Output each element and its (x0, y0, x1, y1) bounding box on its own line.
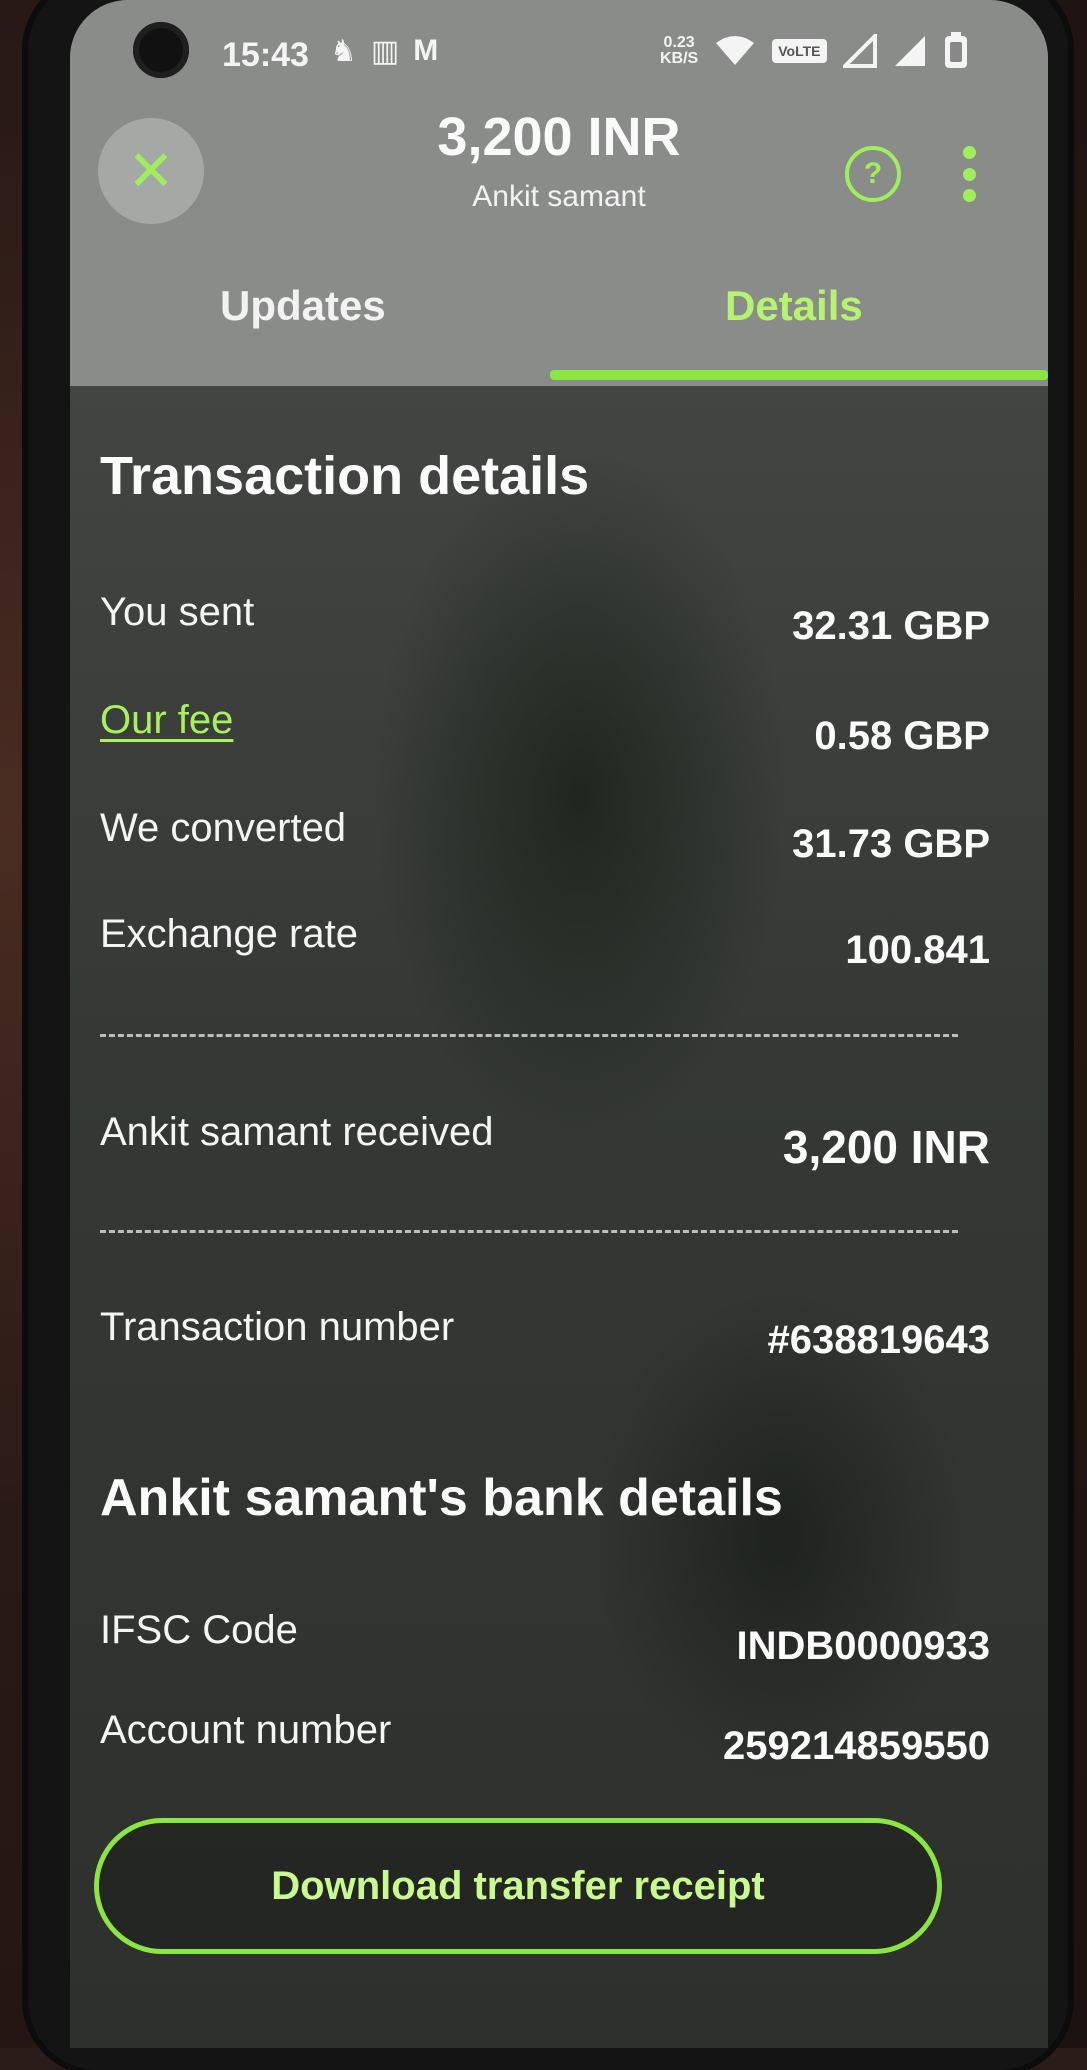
app-screen: 15:43 ♞ ▥ M 0.23 KB/S VoLTE ✕ 3,200 INR … (70, 0, 1048, 2048)
status-time: 15:43 (222, 36, 309, 74)
received-value: 3,200 INR (782, 1121, 990, 1173)
sim-card-icon: ▥ (370, 35, 400, 68)
dashed-divider (100, 1230, 958, 1233)
more-options-button[interactable] (957, 146, 981, 202)
signal-icon (842, 34, 877, 68)
download-receipt-button[interactable]: Download transfer receipt (94, 1818, 942, 1954)
help-button[interactable]: ? (845, 146, 901, 202)
more-dots-icon (962, 146, 976, 159)
row-value-we-converted: 31.73 GBP (792, 822, 990, 866)
transaction-details-title: Transaction details (100, 446, 590, 506)
tab-details[interactable]: Details (725, 282, 863, 330)
active-tab-indicator (550, 370, 1048, 380)
network-speed: 0.23 KB/S (660, 34, 699, 67)
question-icon: ? (863, 157, 883, 190)
row-label-we-converted: We converted (100, 806, 347, 850)
transfer-amount: 3,200 INR (437, 107, 681, 167)
account-number-value: 259214859550 (723, 1724, 990, 1768)
signal-icon (893, 34, 927, 68)
our-fee-link[interactable]: Our fee (100, 698, 233, 743)
recipient-name: Ankit samant (472, 180, 646, 213)
wifi-icon (714, 35, 756, 67)
row-label-exchange-rate: Exchange rate (100, 912, 358, 956)
dashed-divider (100, 1034, 958, 1037)
front-camera (133, 22, 189, 78)
volte-badge: VoLTE (772, 39, 827, 63)
bank-details-title: Ankit samant's bank details (100, 1469, 783, 1527)
row-value-exchange-rate: 100.841 (845, 928, 990, 972)
gmail-icon: M (413, 34, 439, 67)
transaction-number-label: Transaction number (100, 1305, 455, 1349)
account-number-label: Account number (100, 1708, 392, 1752)
status-indicators: 0.23 KB/S VoLTE (660, 32, 969, 70)
row-label-you-sent: You sent (100, 590, 255, 634)
notification-icons: ♞ ▥ M (330, 34, 438, 69)
row-value-you-sent: 32.31 GBP (792, 604, 990, 648)
row-value-our-fee: 0.58 GBP (814, 714, 990, 758)
ifsc-value: INDB0000933 (736, 1624, 991, 1668)
received-label: Ankit samant received (100, 1110, 494, 1154)
tab-updates[interactable]: Updates (220, 282, 386, 330)
battery-icon (943, 32, 969, 70)
transaction-number-value: #638819643 (767, 1318, 990, 1362)
ifsc-label: IFSC Code (100, 1608, 298, 1652)
horse-icon: ♞ (330, 35, 357, 68)
